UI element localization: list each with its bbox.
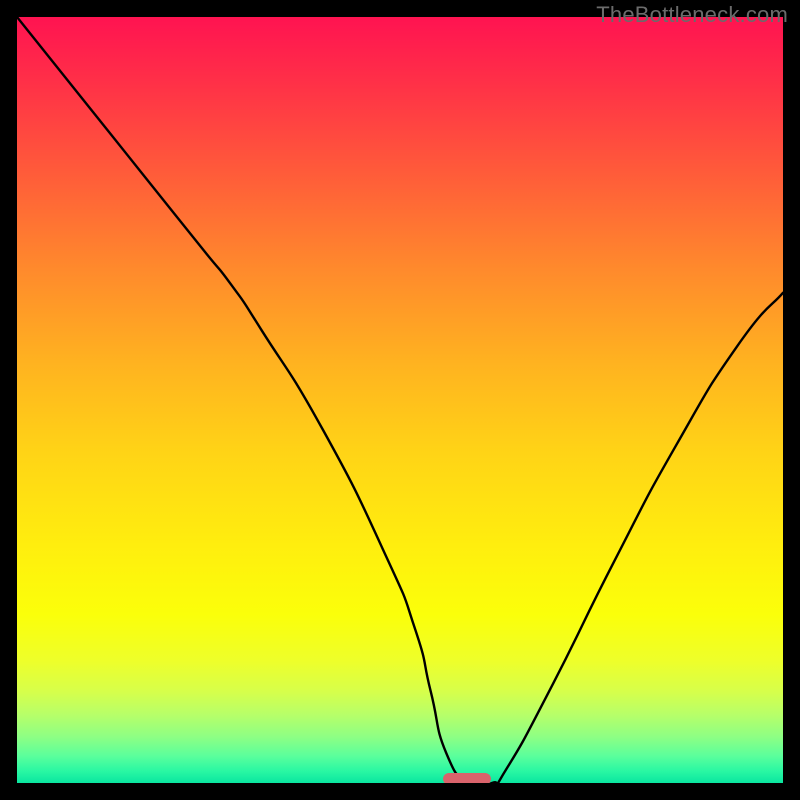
chart-frame: TheBottleneck.com xyxy=(0,0,800,800)
optimal-range-marker xyxy=(443,773,491,783)
plot-area xyxy=(17,17,783,783)
bottleneck-curve xyxy=(17,17,783,783)
watermark-text: TheBottleneck.com xyxy=(596,2,788,28)
